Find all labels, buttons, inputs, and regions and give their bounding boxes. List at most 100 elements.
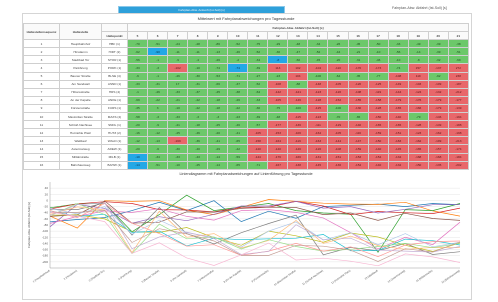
deviation-cell: -100 [327, 103, 349, 114]
col-header-code[interactable]: Haltepunkt [101, 31, 128, 41]
deviation-cell: -1 [147, 71, 169, 81]
deviation-cell: -144 [247, 152, 269, 162]
table-row[interactable]: 10 Maximilian Straße MAXS (2) -58 -3 -33 -3 -3-… [23, 112, 470, 122]
x-tick-label: 2 (Hirsdamm) [63, 268, 78, 280]
deviation-cell: -52 [307, 47, 329, 57]
table-row[interactable]: 3 Stadtbad Tor STOR (1) -56 -1 -9 -4 -26 -2 -34 -8… [23, 55, 470, 65]
deviation-cell: -183 [387, 136, 409, 146]
col-header-hour[interactable]: 15 [327, 31, 349, 41]
y-tick-label: 20 [45, 192, 49, 196]
deviation-cell: -108 [347, 87, 369, 97]
deviation-cell: -198 [447, 128, 470, 138]
table-row[interactable]: 9 Fürstenstraße FURS (1) -35 3 -10 -22 -18 -22 -3… [23, 103, 470, 114]
table-row[interactable]: 11 Schloß Nachtsee SNDL (1) -20 -9 -41 -18 -25-… [23, 120, 470, 130]
y-tick-label: -20 [44, 205, 49, 209]
row-sequence: 7 [23, 87, 60, 97]
col-header-hour[interactable]: 16 [347, 31, 369, 41]
row-sequence: 16 [23, 160, 60, 170]
deviation-cell: -30 [187, 71, 209, 81]
deviation-cell: -69 [126, 95, 149, 105]
deviation-cell: -48 [287, 39, 309, 49]
y-tick-label: -140 [42, 241, 48, 245]
col-header-hour[interactable]: 18 [387, 31, 409, 41]
col-header-hour[interactable]: 21 [447, 31, 470, 41]
x-tick-label: 10 (Maximilian Straße) [273, 268, 297, 286]
deviation-cell: -110 [327, 63, 349, 73]
deviation-cell: -70 [126, 39, 149, 49]
deviation-cell: -177 [267, 120, 289, 130]
deviation-cell: -26 [207, 55, 229, 65]
deviation-cell: -6 [147, 144, 169, 154]
deviation-cell: -153 [267, 128, 289, 138]
deviation-cell: -164 [267, 136, 289, 146]
col-header-stop[interactable]: Haltestelle [59, 22, 102, 41]
deviation-cell: -158 [367, 95, 389, 105]
deviation-cell: -25 [207, 120, 229, 130]
col-header-sequence[interactable]: Haltestellensequenz [23, 22, 60, 41]
deviation-cell: -57 [247, 120, 269, 130]
row-stop-name: An der Kapelle [59, 95, 102, 105]
deviation-cell: -21 [347, 47, 369, 57]
deviation-cell: -8 [407, 55, 429, 65]
y-tick-label: 40 [45, 186, 49, 190]
table-row[interactable]: 12 Hutmühle Platz HUTZ (2) -16 -12 -45 -46 -20-… [23, 128, 470, 138]
deviation-cell: -10 [187, 63, 209, 73]
col-header-hour[interactable]: 7 [167, 31, 189, 41]
deviation-cell: -188 [447, 120, 470, 130]
deviation-cell: -176 [267, 152, 289, 162]
table-row[interactable]: 8 An der Kapelle ANKE (1) -69 -22 -21 -22 -18 -2… [23, 95, 470, 105]
col-header-hour[interactable]: 12 [267, 31, 289, 41]
table-row[interactable]: 7 Hiltonsstraße HRS (4) -1 -46 -33 -37 -45 -38 -6… [23, 87, 470, 97]
deviation-cell: -105 [267, 95, 289, 105]
col-header-hour[interactable]: 14 [307, 31, 329, 41]
deviation-cell: -3 [147, 112, 169, 122]
table-row[interactable]: 1 Hauptbahnhof HBF (1) -70 -51 -24 -28 -86 -52 -7… [23, 39, 470, 49]
deviation-cell: -74 [387, 63, 409, 73]
deviation-cell: -120 [327, 87, 349, 97]
table-row[interactable]: 15 Militärstraße MILB (1) -10 -34 -33 -43 -14 -5… [23, 152, 470, 162]
deviation-cell: -124 [407, 87, 429, 97]
deviation-cell: -45 [207, 87, 229, 97]
table-row[interactable]: 5 Bauner Straße BLSE (4) -6 -1 -46 -30 -53 -71 -2… [23, 71, 470, 81]
col-header-hour[interactable]: 10 [227, 31, 249, 41]
deviation-cell: -165 [387, 103, 409, 114]
row-sequence: 12 [23, 128, 60, 138]
deviation-cell: 17 [167, 79, 189, 89]
x-tick-label: 5 (Bauner Straße) [141, 268, 160, 283]
tab-departure-deviation[interactable]: Fahrplan-Abw. Abfahrt (Ist-Soll) [s] [392, 6, 447, 10]
deviation-cell: -20 [207, 128, 229, 138]
col-header-hour[interactable]: 8 [187, 31, 209, 41]
deviation-cell: -49 [407, 39, 429, 49]
table-row[interactable]: 6 Am Sandwall ASND (1) -33 -31 17 -31 -66 -37 -52… [23, 79, 470, 89]
deviation-cell: -46 [367, 55, 389, 65]
col-header-hour[interactable]: 11 [247, 31, 269, 41]
x-tick-label: 14 (Astermarweg) [387, 268, 406, 283]
table-row[interactable]: 4 Parkbrung PORK (1) -33 -3 -102 -10 -74 -74 -39 1… [23, 63, 470, 73]
table-row[interactable]: 16 Bahnhausweg BAHW (1) -14 -51 -10 -25 -14 -65-… [23, 160, 470, 170]
deviation-cell: -166 [407, 103, 429, 114]
deviation-cell: -146 [287, 95, 309, 105]
deviation-cell: -26 [227, 95, 249, 105]
col-header-hour[interactable]: 20 [427, 31, 449, 41]
deviation-cell: -3 [147, 63, 169, 73]
row-stop-code: ASND (1) [101, 79, 128, 89]
x-tick-label: 9 (Fürstenstraße) [251, 268, 270, 283]
deviation-cell: -4 [187, 55, 209, 65]
row-stop-name: Hiltonsstraße [59, 87, 102, 97]
deviation-cell: -125 [307, 103, 329, 114]
deviation-cell: -144 [327, 136, 349, 146]
col-header-hour[interactable]: 6 [147, 31, 169, 41]
deviation-cell: -148 [307, 79, 329, 89]
deviation-cell: -140 [387, 112, 409, 122]
col-header-hour[interactable]: 17 [367, 31, 389, 41]
col-header-hour[interactable]: 9 [207, 31, 229, 41]
deviation-cell: -51 [147, 160, 169, 170]
table-row[interactable]: 2 Hirsdamm HIDT (2) -62 -90 -11 -11 -13 -46 -52 -3… [23, 47, 470, 57]
col-header-hour[interactable]: 19 [407, 31, 429, 41]
deviation-cell: -28 [187, 39, 209, 49]
col-header-hour[interactable]: 13 [287, 31, 309, 41]
table-row[interactable]: 14 Astermarweg ADEW (1) -20 -6 -30 -40 -29 -42 -1… [23, 144, 470, 154]
table-row[interactable]: 13 Waldtauf WALD (1) -12 -13 -169 -36 -41 -65 -15… [23, 136, 470, 146]
row-stop-code: ADEW (1) [101, 144, 128, 154]
col-header-hour[interactable]: 5 [126, 31, 149, 41]
